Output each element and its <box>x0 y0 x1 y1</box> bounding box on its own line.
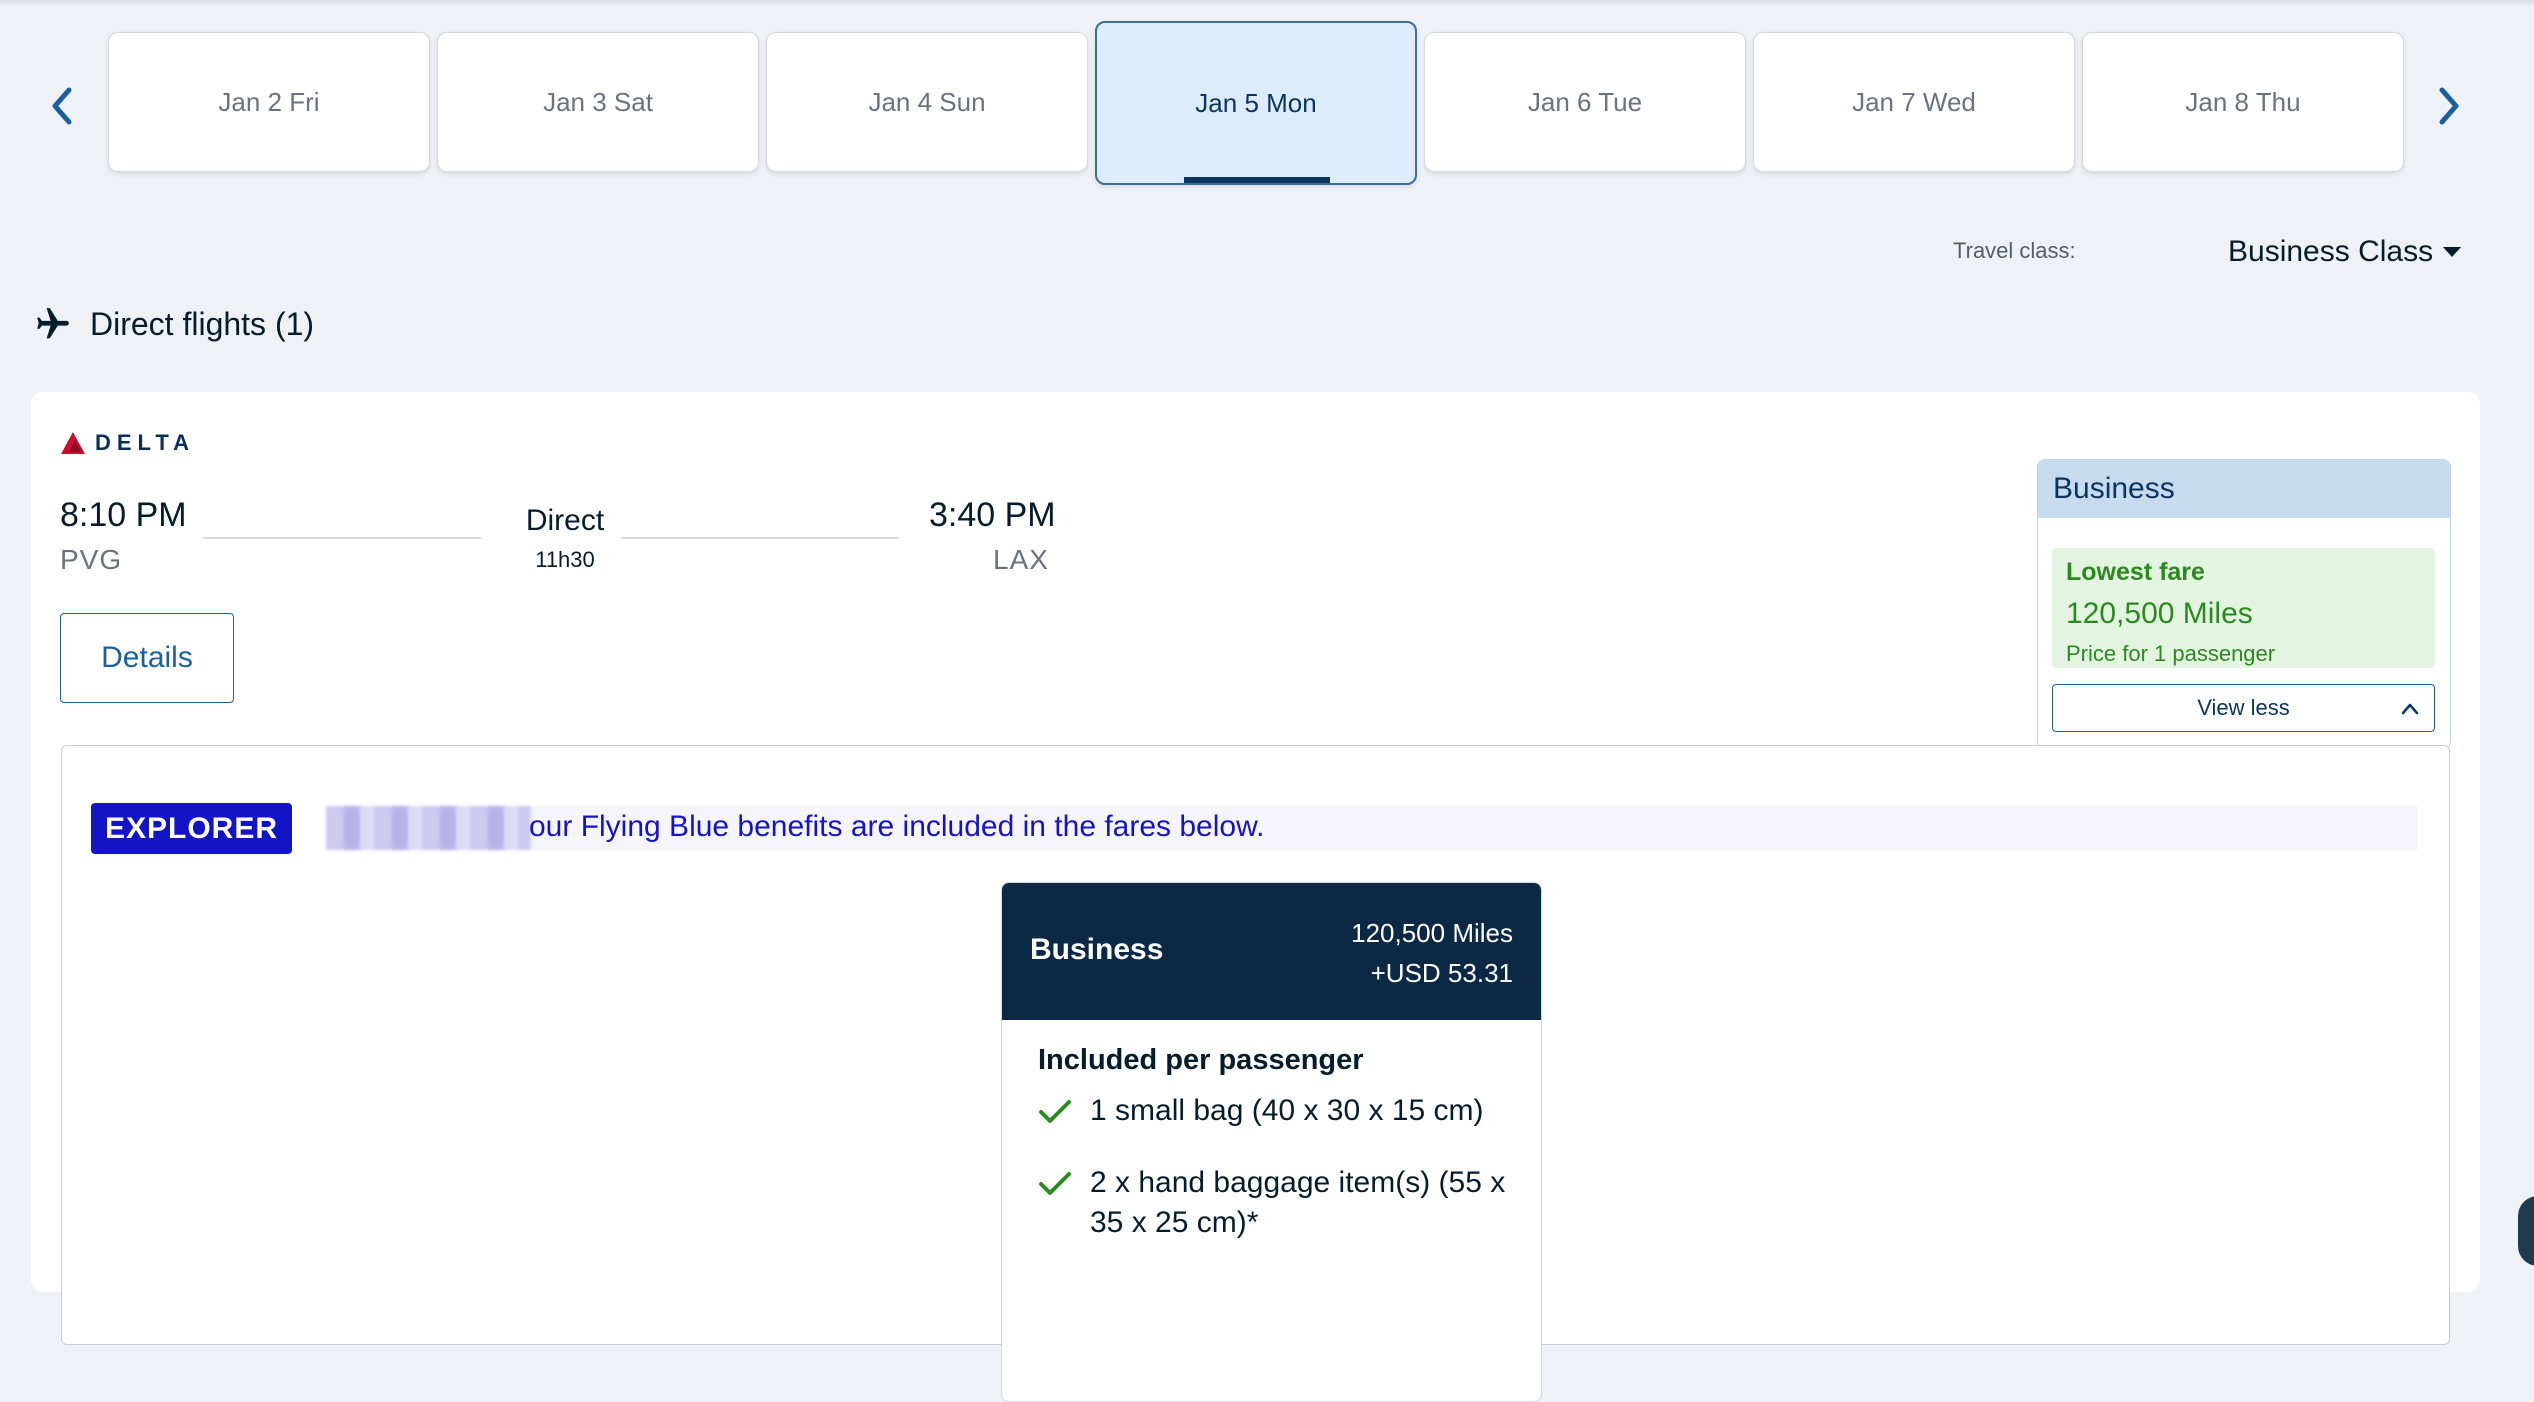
date-tab-label: Jan 3 Sat <box>543 86 653 117</box>
departure-time: 8:10 PM <box>60 496 187 534</box>
included-title: Included per passenger <box>1038 1044 1364 1076</box>
date-tab-label: Jan 4 Sun <box>868 86 986 117</box>
top-shadow <box>0 0 2534 6</box>
date-tab-label: Jan 5 Mon <box>1195 87 1317 118</box>
stops-label: Direct <box>525 504 605 537</box>
included-item: 2 x hand baggage item(s) (55 x 35 x 25 c… <box>1038 1163 1528 1243</box>
date-tab-jan-8[interactable]: Jan 8 Thu <box>2082 32 2404 172</box>
route-line <box>203 537 481 539</box>
price-note: Price for 1 passenger <box>2066 641 2276 666</box>
details-button[interactable]: Details <box>60 613 234 703</box>
departure-airport: PVG <box>60 544 123 575</box>
arrival-time: 3:40 PM <box>929 496 1056 534</box>
selected-indicator <box>1184 177 1330 183</box>
travel-class-dropdown[interactable]: Business Class <box>2228 232 2462 272</box>
lowest-fare-miles: 120,500 Miles <box>2066 597 2253 630</box>
airline-name: DELTA <box>95 430 196 455</box>
route-line <box>621 537 899 539</box>
lowest-fare-panel: Lowest fare 120,500 Miles Price for 1 pa… <box>2052 548 2435 668</box>
view-less-label: View less <box>2197 695 2290 720</box>
checkmark-icon <box>1039 1100 1071 1123</box>
date-tab-jan-7[interactable]: Jan 7 Wed <box>1753 32 2075 172</box>
chevron-up-icon <box>2401 703 2419 715</box>
next-dates-button[interactable] <box>2427 80 2471 132</box>
view-less-button[interactable]: View less <box>2052 684 2435 732</box>
chevron-right-icon <box>2439 87 2459 125</box>
fare-summary-box[interactable]: Business Lowest fare 120,500 Miles Price… <box>2037 459 2451 749</box>
date-tab-jan-2[interactable]: Jan 2 Fri <box>108 32 430 172</box>
travel-class-value: Business Class <box>2228 235 2434 268</box>
flight-duration: 11h30 <box>535 547 595 572</box>
date-tab-label: Jan 8 Thu <box>2185 86 2301 117</box>
caret-down-icon <box>2443 247 2462 257</box>
benefit-message: our Flying Blue benefits are included in… <box>529 810 1265 843</box>
date-tab-label: Jan 6 Tue <box>1527 86 1643 117</box>
chevron-left-icon <box>52 87 72 125</box>
fare-card-header: Business 120,500 Miles +USD 53.31 <box>1002 883 1541 1020</box>
date-tab-jan-3[interactable]: Jan 3 Sat <box>437 32 759 172</box>
date-tab-jan-5-selected[interactable]: Jan 5 Mon <box>1095 21 1417 185</box>
included-item-text: 2 x hand baggage item(s) (55 x 35 x 25 c… <box>1090 1166 1506 1239</box>
chat-widget-button[interactable] <box>2518 1196 2534 1266</box>
travel-class-label: Travel class: <box>1953 238 2076 263</box>
business-fare-card[interactable]: Business 120,500 Miles +USD 53.31 Includ… <box>1001 882 1542 1402</box>
redacted-name <box>326 806 531 850</box>
date-tab-label: Jan 2 Fri <box>218 86 320 117</box>
results-header: Direct flights (1) <box>34 302 314 346</box>
included-item: 1 small bag (40 x 30 x 15 cm) <box>1038 1091 1528 1131</box>
airline-logo: DELTA <box>61 430 195 456</box>
lowest-fare-label: Lowest fare <box>2066 558 2205 586</box>
date-tab-label: Jan 7 Wed <box>1852 86 1976 117</box>
fare-cabin-header: Business <box>2038 460 2450 518</box>
fare-card-cabin: Business <box>1030 933 1164 966</box>
fare-card-body: Included per passenger 1 small bag (40 x… <box>1002 1020 1541 1243</box>
fare-card-miles: 120,500 Miles <box>1351 918 1513 948</box>
results-title: Direct flights (1) <box>90 305 315 342</box>
arrival-airport: LAX <box>993 544 1049 575</box>
fare-card-surcharge: +USD 53.31 <box>1370 958 1513 988</box>
tier-badge: EXPLORER <box>91 803 292 854</box>
checkmark-icon <box>1039 1172 1071 1195</box>
date-tab-jan-4[interactable]: Jan 4 Sun <box>766 32 1088 172</box>
previous-dates-button[interactable] <box>40 80 84 132</box>
date-tab-jan-6[interactable]: Jan 6 Tue <box>1424 32 1746 172</box>
fare-options-panel: EXPLORER our Flying Blue benefits are in… <box>61 745 2450 1402</box>
delta-widget-icon <box>61 432 85 454</box>
fare-card-price: 120,500 Miles +USD 53.31 <box>1351 913 1513 993</box>
included-item-text: 1 small bag (40 x 30 x 15 cm) <box>1090 1094 1484 1127</box>
airplane-icon <box>37 308 69 339</box>
